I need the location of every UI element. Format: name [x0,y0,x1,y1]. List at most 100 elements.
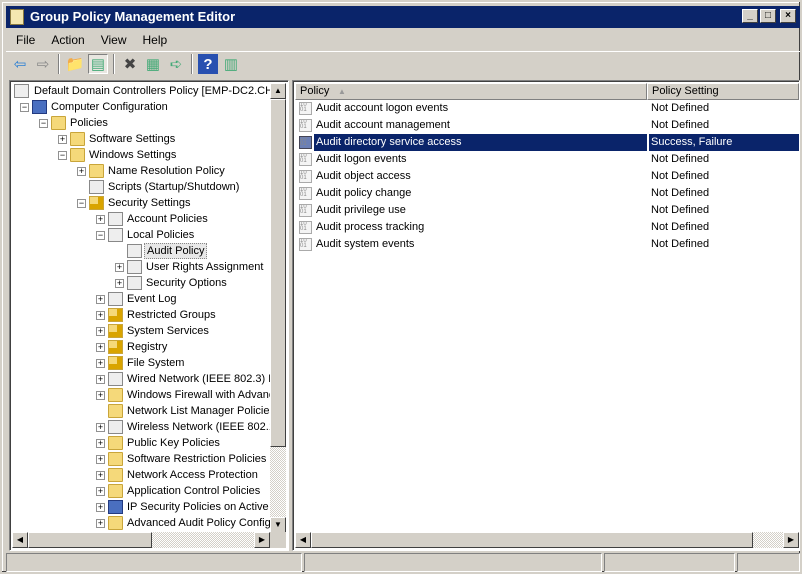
tree-node[interactable]: + Advanced Audit Policy Configu [12,515,273,531]
table-row[interactable]: 10 01 Audit directory service access Succe… [295,134,799,151]
scroll-left-button[interactable]: ◀ [12,532,28,548]
expand-icon[interactable]: + [77,167,86,176]
help-icon: ? [203,55,213,73]
collapse-icon[interactable]: − [77,199,86,208]
show-hide-tree-button[interactable]: ▤ [88,54,108,74]
expand-icon[interactable]: + [96,311,105,320]
scroll-right-button[interactable]: ▶ [783,532,799,548]
scroll-thumb[interactable] [311,532,753,548]
expand-icon[interactable]: + [96,471,105,480]
menu-file[interactable]: File [8,30,43,49]
expand-icon[interactable]: + [96,439,105,448]
tree-node[interactable]: + File System [12,355,273,371]
tree-node[interactable]: − Local Policies [12,227,273,243]
lock-icon [89,196,104,210]
maximize-button[interactable]: □ [760,9,776,23]
tree-node[interactable]: − Computer Configuration [12,99,273,115]
expand-icon[interactable]: + [96,215,105,224]
table-row[interactable]: 10 01 Audit account management Not Defined [295,117,799,134]
expand-icon[interactable]: + [96,519,105,528]
tree-node[interactable]: + Name Resolution Policy [12,163,273,179]
tree-node[interactable]: + Registry [12,339,273,355]
tree-node[interactable]: + Event Log [12,291,273,307]
table-row[interactable]: 10 01 Audit privilege use Not Defined [295,202,799,219]
folder-icon [108,404,123,418]
tree-node[interactable]: + Wired Network (IEEE 802.3) P [12,371,273,387]
back-arrow-button[interactable]: ⇦ [10,54,30,74]
tree-node[interactable]: Scripts (Startup/Shutdown) [12,179,273,195]
up-folder-button[interactable]: 📁 [65,54,85,74]
expand-icon[interactable]: + [96,487,105,496]
expand-icon[interactable]: + [115,263,124,272]
scroll-right-button[interactable]: ▶ [254,532,270,548]
tree-node[interactable]: + Application Control Policies [12,483,273,499]
tree-horizontal-scrollbar[interactable]: ◀ ▶ [12,532,270,548]
tree-node[interactable]: + Network Access Protection [12,467,273,483]
list-horizontal-scrollbar[interactable]: ◀ ▶ [295,532,799,548]
policy-setting-icon: 10 01 [299,102,312,115]
expand-icon[interactable]: + [96,455,105,464]
table-row[interactable]: 10 01 Audit account logon events Not Defin… [295,100,799,117]
tree-node[interactable]: Network List Manager Policies [12,403,273,419]
export-list-button[interactable]: ➪ [166,54,186,74]
tree-node[interactable]: − Security Settings [12,195,273,211]
column-header-policy-setting[interactable]: Policy Setting [647,83,799,100]
table-row[interactable]: 10 01 Audit system events Not Defined [295,236,799,253]
table-row[interactable]: 10 01 Audit policy change Not Defined [295,185,799,202]
tree-node[interactable]: + Wireless Network (IEEE 802.1 [12,419,273,435]
scroll-thumb[interactable] [270,99,286,447]
tree-node[interactable]: + IP Security Policies on Active D [12,499,273,515]
tree-node[interactable]: + Account Policies [12,211,273,227]
tree-node[interactable]: − Policies [12,115,273,131]
expand-icon[interactable]: + [96,343,105,352]
tree-node[interactable]: + Restricted Groups [12,307,273,323]
table-row[interactable]: 10 01 Audit logon events Not Defined [295,151,799,168]
delete-button[interactable]: ✖ [120,54,140,74]
collapse-icon[interactable]: − [58,151,67,160]
forward-arrow-button[interactable]: ⇨ [33,54,53,74]
tree-node[interactable]: + Software Settings [12,131,273,147]
expand-icon[interactable]: + [96,327,105,336]
help-button[interactable]: ? [198,54,218,74]
properties-button[interactable]: ▦ [143,54,163,74]
scroll-left-button[interactable]: ◀ [295,532,311,548]
show-action-pane-button[interactable]: ▥ [221,54,241,74]
menu-action[interactable]: Action [43,30,92,49]
scroll-thumb[interactable] [28,532,152,548]
tree-node-label: User Rights Assignment [146,261,264,273]
lock-icon [108,356,123,370]
expand-icon[interactable]: + [96,359,105,368]
tree-node[interactable]: − Windows Settings [12,147,273,163]
folder-icon [70,148,85,162]
tree-vertical-scrollbar[interactable]: ▲ ▼ [270,83,286,533]
expand-icon[interactable]: + [96,503,105,512]
tree-node[interactable]: + User Rights Assignment [12,259,273,275]
expand-icon[interactable]: + [58,135,67,144]
table-row[interactable]: 10 01 Audit process tracking Not Defined [295,219,799,236]
policy-setting-icon: 10 01 [299,187,312,200]
expand-icon[interactable]: + [115,279,124,288]
menu-help[interactable]: Help [135,30,176,49]
tree-node[interactable]: + System Services [12,323,273,339]
table-row[interactable]: 10 01 Audit object access Not Defined [295,168,799,185]
menu-view[interactable]: View [93,30,135,49]
scroll-down-button[interactable]: ▼ [270,517,286,533]
scroll-up-button[interactable]: ▲ [270,83,286,99]
tree-node[interactable]: + Windows Firewall with Advanc [12,387,273,403]
tree-node[interactable]: + Security Options [12,275,273,291]
close-button[interactable]: × [780,9,796,23]
expand-icon[interactable]: + [96,423,105,432]
tree-node[interactable]: Default Domain Controllers Policy [EMP-D… [12,83,273,99]
tree-node[interactable]: + Public Key Policies [12,435,273,451]
tree-node[interactable]: Audit Policy [12,243,273,259]
expand-icon[interactable]: + [96,391,105,400]
collapse-icon[interactable]: − [39,119,48,128]
minimize-button[interactable]: _ [742,9,758,23]
expand-icon[interactable]: + [96,375,105,384]
collapse-icon[interactable]: − [20,103,29,112]
tree-node[interactable]: + Software Restriction Policies [12,451,273,467]
expand-icon[interactable]: + [96,295,105,304]
policy-setting-icon: 10 01 [299,170,312,183]
collapse-icon[interactable]: − [96,231,105,240]
column-header-policy[interactable]: Policy ▲ [295,83,647,100]
